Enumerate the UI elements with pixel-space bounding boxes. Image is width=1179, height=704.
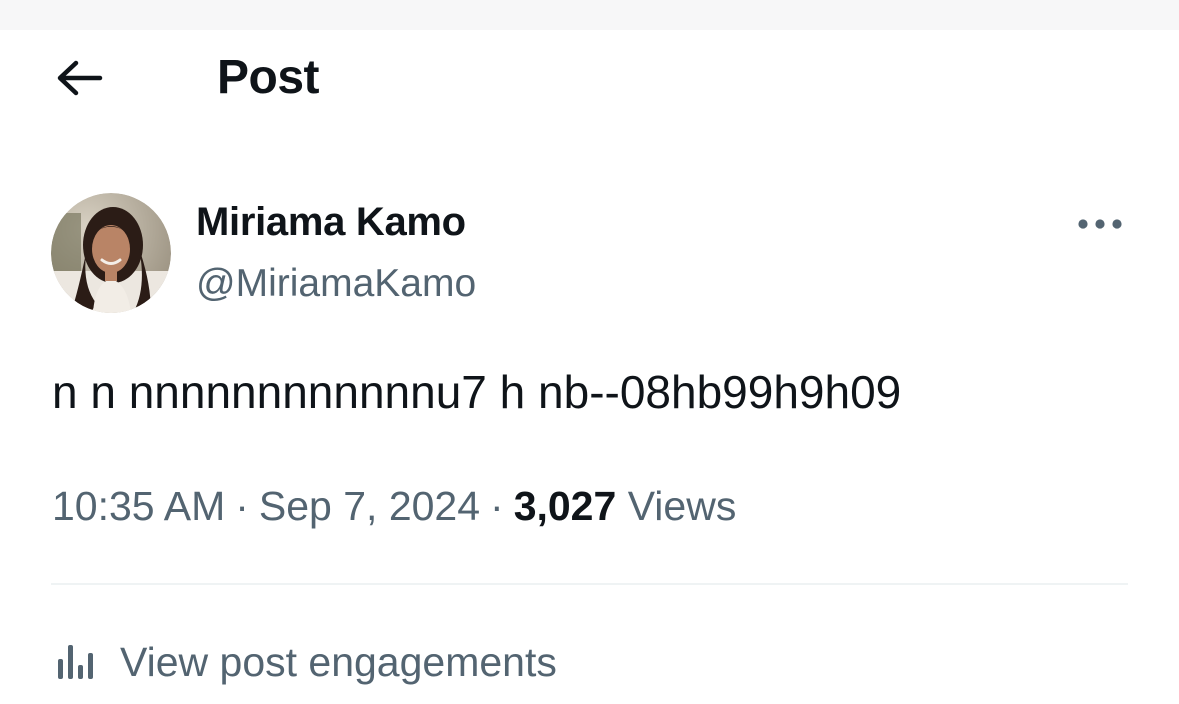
status-bar-strip bbox=[0, 0, 1179, 30]
profile-photo bbox=[51, 193, 171, 313]
avatar[interactable] bbox=[51, 193, 171, 313]
divider bbox=[51, 583, 1128, 585]
bar-chart-icon bbox=[52, 640, 100, 684]
views-label: Views bbox=[627, 483, 737, 529]
back-button[interactable] bbox=[46, 50, 112, 106]
page-title: Post bbox=[217, 51, 320, 104]
post-time[interactable]: 10:35 AM bbox=[52, 483, 225, 529]
meta-separator: · bbox=[490, 483, 504, 529]
post-date[interactable]: Sep 7, 2024 bbox=[259, 483, 480, 529]
meta-separator: · bbox=[235, 483, 249, 529]
more-horizontal-icon bbox=[1078, 219, 1122, 229]
post-meta: 10:35 AM · Sep 7, 2024 · 3,027 Views bbox=[52, 478, 736, 534]
views-count: 3,027 bbox=[513, 483, 617, 529]
more-options-button[interactable] bbox=[1068, 200, 1132, 248]
header-bar: Post bbox=[0, 30, 1179, 130]
author-name[interactable]: Miriama Kamo bbox=[196, 196, 466, 248]
post-detail-page: Post Miriama Kamo @MiriamaKamo n n nnnnn… bbox=[0, 0, 1179, 704]
engagements-label: View post engagements bbox=[120, 639, 557, 685]
post-text: n n nnnnnnnnnnnnu7 h nb--08hb99h9h09 bbox=[52, 366, 902, 418]
author-handle[interactable]: @MiriamaKamo bbox=[196, 258, 476, 310]
view-engagements-button[interactable]: View post engagements bbox=[52, 632, 557, 692]
arrow-left-icon bbox=[57, 60, 103, 96]
